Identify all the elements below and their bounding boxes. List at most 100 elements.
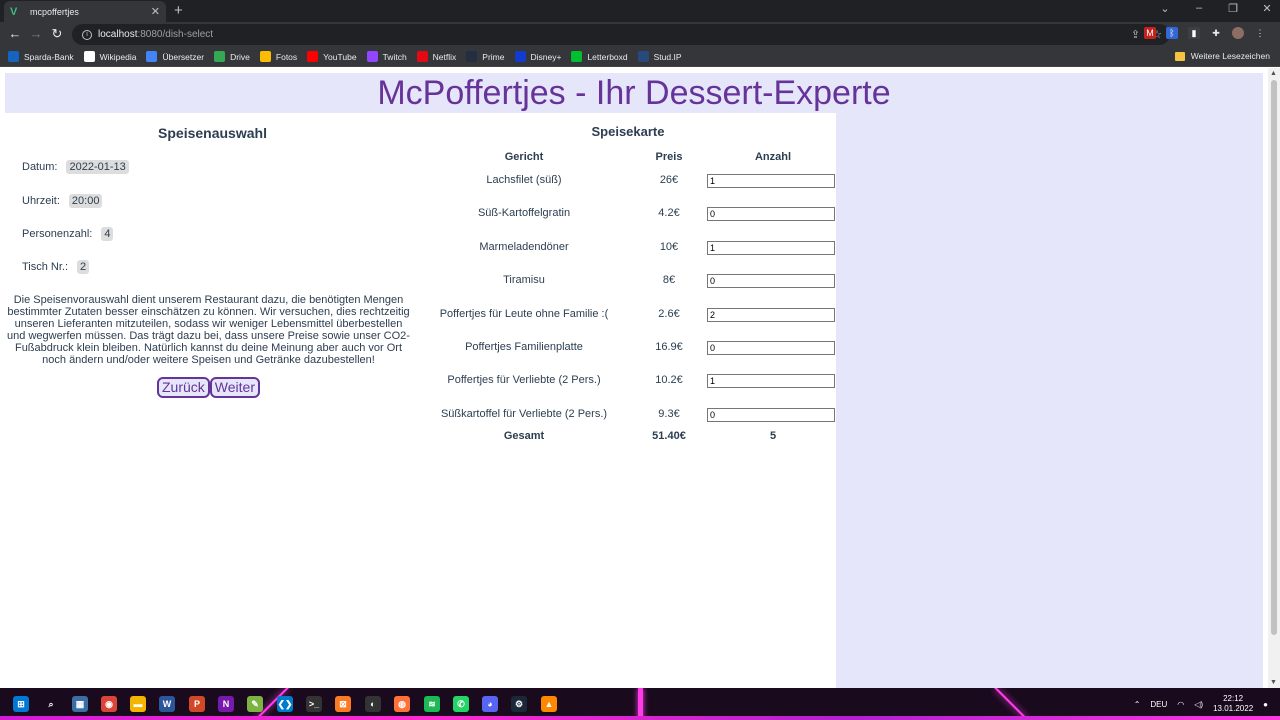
- date-field: Datum: 2022-01-13: [22, 160, 129, 174]
- close-window-icon[interactable]: ✕: [1260, 2, 1274, 15]
- xampp-icon[interactable]: ⊠: [335, 696, 351, 712]
- next-button[interactable]: Weiter: [209, 377, 260, 398]
- menu-kebab-icon[interactable]: ⋮: [1254, 27, 1266, 39]
- clock[interactable]: 22:12 13.01.2022: [1213, 694, 1253, 714]
- menu-heading: Speisekarte: [591, 124, 665, 139]
- onenote-icon[interactable]: N: [218, 696, 234, 712]
- quantity-input[interactable]: [707, 374, 835, 389]
- extension-icon[interactable]: ᛒ: [1166, 27, 1178, 39]
- quantity-input[interactable]: [707, 341, 835, 355]
- scroll-down-icon[interactable]: ▼: [1270, 679, 1277, 686]
- selection-panel: Speisenauswahl: [5, 113, 420, 141]
- vscode-icon[interactable]: ❮❯: [277, 696, 293, 712]
- quantity-input[interactable]: [707, 274, 835, 289]
- bookmark-item[interactable]: Wikipedia: [83, 51, 136, 62]
- quantity-input[interactable]: [707, 174, 835, 188]
- persons-field: Personenzahl: 4: [22, 227, 114, 241]
- bookmark-item[interactable]: Drive: [214, 51, 250, 62]
- bookmark-item[interactable]: Stud.IP: [637, 51, 682, 62]
- file-explorer-icon[interactable]: ▬: [130, 696, 146, 712]
- spotify-icon[interactable]: ≋: [424, 696, 440, 712]
- page-scrollbar[interactable]: ▲ ▼: [1268, 68, 1280, 688]
- navigation-buttons: Zurück Weiter: [157, 377, 260, 398]
- notepad-icon[interactable]: ✎: [247, 696, 263, 712]
- steam-icon[interactable]: ⚙: [511, 696, 527, 712]
- clock-date: 13.01.2022: [1213, 704, 1254, 713]
- puzzle-extensions-icon[interactable]: ✚: [1210, 27, 1222, 39]
- browser-toolbar: ← → ↻ i localhost:8080/dish-select ⇪ ☆: [0, 22, 1280, 47]
- profile-avatar-icon[interactable]: [1232, 27, 1244, 39]
- photos-icon[interactable]: ▦: [72, 696, 88, 712]
- terminal-icon[interactable]: >_: [306, 696, 322, 712]
- bookmark-icon: [214, 51, 226, 62]
- vlc-icon[interactable]: ▲: [541, 696, 557, 712]
- bookmark-icon: [83, 51, 95, 62]
- powerpoint-icon[interactable]: P: [189, 696, 205, 712]
- other-bookmarks[interactable]: Weitere Lesezeichen: [1174, 51, 1270, 61]
- chrome-icon[interactable]: ◉: [101, 696, 117, 712]
- bookmark-icon: [366, 51, 378, 62]
- quantity-input[interactable]: [707, 307, 835, 322]
- save-extension-icon[interactable]: ▮: [1188, 27, 1200, 39]
- bookmark-item[interactable]: Twitch: [366, 51, 407, 62]
- back-button[interactable]: Zurück: [157, 377, 210, 398]
- new-tab-icon[interactable]: +: [174, 3, 183, 18]
- wifi-icon[interactable]: ◠: [1177, 700, 1184, 709]
- date-value: 2022-01-13: [66, 160, 129, 174]
- bookmark-item[interactable]: Übersetzer: [146, 51, 204, 62]
- windows-start-icon[interactable]: ⊞: [13, 696, 29, 712]
- search-icon[interactable]: ⌕: [43, 696, 59, 712]
- github-icon[interactable]: ◐: [365, 696, 381, 712]
- bookmark-item[interactable]: YouTube: [307, 51, 357, 62]
- word-icon[interactable]: W: [159, 696, 175, 712]
- date-label: Datum:: [22, 161, 58, 173]
- tab-search-icon[interactable]: ⌄: [1158, 2, 1172, 15]
- bookmark-label: Übersetzer: [162, 51, 205, 62]
- total-quantity: 5: [769, 430, 777, 442]
- whatsapp-icon[interactable]: ✆: [453, 696, 469, 712]
- bookmark-label: Fotos: [275, 51, 298, 62]
- address-bar[interactable]: i localhost:8080/dish-select ⇪ ☆: [72, 24, 1170, 45]
- bookmark-icon: [146, 51, 158, 62]
- bookmark-item[interactable]: Sparda-Bank: [8, 51, 74, 62]
- minimize-icon[interactable]: –: [1192, 2, 1206, 15]
- firefox-icon[interactable]: ◍: [394, 696, 410, 712]
- persons-value: 4: [101, 227, 114, 241]
- quantity-input[interactable]: [707, 407, 835, 422]
- quantity-input[interactable]: [707, 207, 835, 222]
- scroll-thumb[interactable]: [1271, 80, 1277, 635]
- forward-arrow-icon[interactable]: →: [29, 27, 43, 41]
- column-header-quantity: Anzahl: [754, 151, 792, 163]
- bookmark-item[interactable]: Netflix: [416, 51, 456, 62]
- bookmark-item[interactable]: Letterboxd: [571, 51, 628, 62]
- volume-icon[interactable]: ◁): [1194, 700, 1203, 709]
- bookmarks-bar: Sparda-Bank Wikipedia Übersetzer Drive Fotos…: [0, 47, 1280, 67]
- browser-tab[interactable]: V mcpoffertjes ✕: [4, 1, 166, 22]
- bookmark-item[interactable]: Fotos: [259, 51, 298, 62]
- tray-chevron-icon[interactable]: ⌃: [1134, 700, 1141, 709]
- url-text: localhost:8080/dish-select: [98, 29, 214, 40]
- time-label: Uhrzeit:: [22, 195, 60, 207]
- restore-icon[interactable]: ❐: [1226, 2, 1240, 15]
- table-number-field: Tisch Nr.: 2: [22, 260, 90, 274]
- reload-icon[interactable]: ↻: [50, 27, 64, 41]
- scroll-up-icon[interactable]: ▲: [1270, 70, 1277, 77]
- page-header: McPoffertjes - Ihr Dessert-Experte: [5, 73, 1263, 113]
- language-indicator[interactable]: DEU: [1150, 700, 1167, 709]
- bookmark-label: Twitch: [382, 51, 407, 62]
- table-label: Tisch Nr.:: [22, 261, 69, 273]
- discord-icon[interactable]: ◕: [482, 696, 498, 712]
- time-value: 20:00: [68, 194, 103, 208]
- bookmark-item[interactable]: Prime: [466, 51, 505, 62]
- folder-icon: [1174, 51, 1185, 61]
- notification-icon[interactable]: ●: [1263, 700, 1268, 709]
- tab-close-icon[interactable]: ✕: [151, 5, 160, 18]
- site-info-icon[interactable]: i: [82, 29, 92, 40]
- quantity-input[interactable]: [707, 240, 835, 255]
- bookmark-item[interactable]: Disney+: [514, 51, 561, 62]
- share-icon[interactable]: ⇪: [1131, 28, 1140, 41]
- gmail-extension-icon[interactable]: M: [1144, 27, 1156, 39]
- bookmark-label: Prime: [482, 51, 505, 62]
- preselection-info-text: Die Speisenvorauswahl dient unserem Rest…: [7, 294, 410, 366]
- back-arrow-icon[interactable]: ←: [8, 27, 22, 41]
